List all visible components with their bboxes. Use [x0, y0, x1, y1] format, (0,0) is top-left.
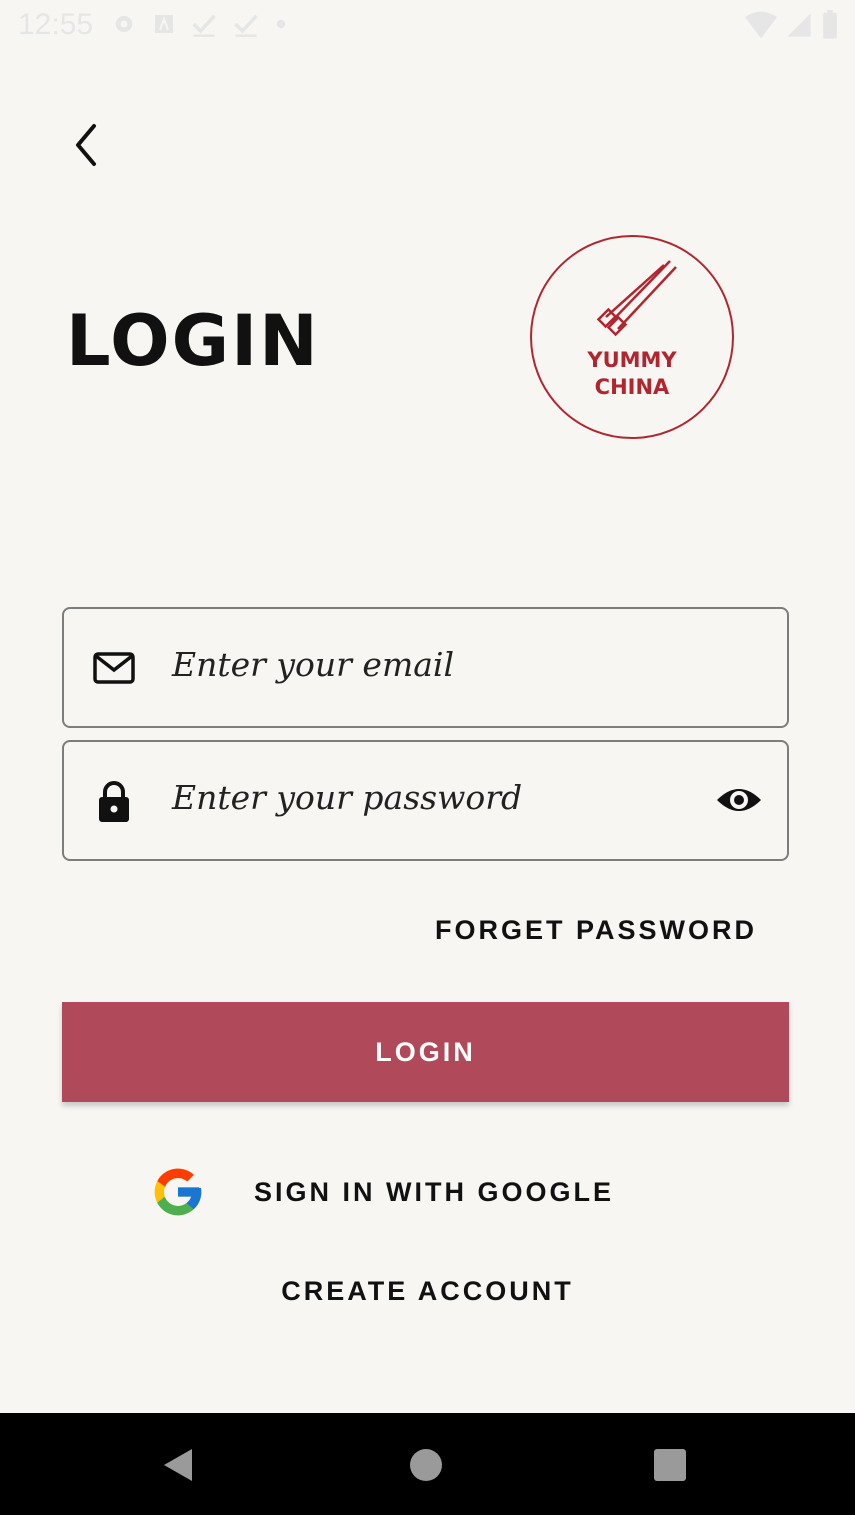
forget-password-link[interactable]: FORGET PASSWORD	[435, 915, 757, 946]
notification-icons	[110, 10, 288, 38]
check-icon	[234, 14, 258, 37]
wifi-icon	[745, 11, 777, 39]
nav-recents-icon[interactable]	[648, 1443, 692, 1487]
email-field[interactable]: Enter your email	[62, 607, 789, 728]
eye-icon[interactable]	[715, 780, 763, 820]
status-bar: 12:55	[0, 0, 855, 50]
lock-icon	[99, 781, 129, 822]
email-placeholder: Enter your email	[172, 645, 455, 684]
signal-icon	[787, 13, 811, 37]
google-signin-button[interactable]: SIGN IN WITH GOOGLE	[150, 1160, 614, 1224]
system-icons	[745, 10, 839, 40]
login-button[interactable]: LOGIN	[62, 1002, 789, 1102]
page-title: LOGIN	[66, 300, 320, 382]
nav-home-icon[interactable]	[404, 1443, 448, 1487]
logo-line2: CHINA	[594, 375, 670, 399]
logo-line1: YUMMY	[587, 348, 677, 372]
back-button[interactable]	[60, 115, 110, 175]
nav-back-icon[interactable]	[156, 1443, 200, 1487]
battery-icon	[823, 10, 837, 39]
settings-icon	[115, 15, 133, 33]
chopsticks-icon	[596, 260, 677, 337]
back-arrow-icon	[76, 124, 96, 166]
navigation-bar	[0, 1413, 855, 1515]
create-account-link[interactable]: CREATE ACCOUNT	[0, 1276, 855, 1307]
dot-icon	[276, 19, 286, 29]
brand-logo: YUMMY CHINA	[530, 235, 734, 439]
mail-icon	[93, 652, 135, 684]
password-placeholder: Enter your password	[172, 778, 523, 817]
password-field[interactable]: Enter your password	[62, 740, 789, 861]
status-time: 12:55	[18, 8, 94, 41]
logo-text: YUMMY CHINA	[532, 347, 732, 401]
text-icon	[155, 15, 173, 33]
google-icon	[154, 1168, 202, 1216]
google-signin-label: SIGN IN WITH GOOGLE	[254, 1176, 614, 1207]
check-icon	[192, 14, 216, 37]
